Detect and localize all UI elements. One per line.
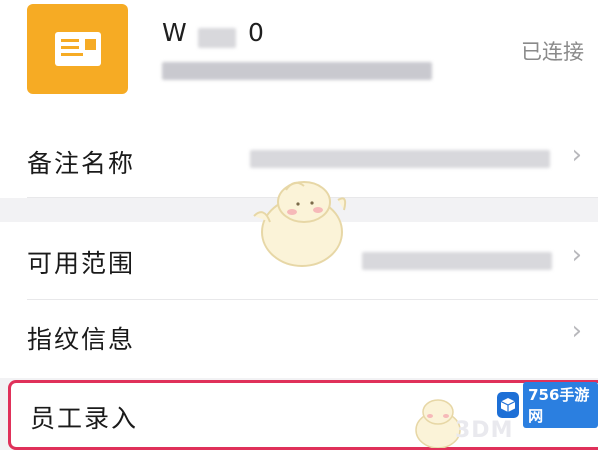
row-remark-name-label: 备注名称 — [27, 149, 136, 178]
row-fingerprint-info[interactable]: 指纹信息 › — [0, 300, 598, 378]
device-card: W 0 已连接 — [0, 0, 598, 120]
site-watermark: 756手游网 — [497, 382, 598, 428]
device-name-suffix: 0 — [248, 18, 265, 47]
device-subtitle-redacted — [162, 62, 432, 80]
device-name: W — [162, 18, 188, 47]
remark-name-value-redacted — [250, 150, 550, 168]
available-range-value-redacted — [362, 252, 552, 270]
chevron-right-icon: › — [571, 140, 582, 170]
connection-status: 已连接 — [521, 40, 584, 64]
row-fingerprint-info-label: 指纹信息 — [27, 325, 136, 354]
device-name-redacted — [198, 28, 236, 48]
watermark-ghost-text: 3DM — [455, 418, 514, 443]
chevron-right-icon: › — [571, 240, 582, 270]
row-available-range-label: 可用范围 — [27, 249, 136, 278]
id-card-icon — [27, 4, 128, 94]
cube-logo-icon — [497, 392, 520, 418]
watermark-brand: 756手游网 — [523, 382, 598, 428]
chevron-right-icon: › — [571, 316, 582, 346]
mascot-watermark-icon — [253, 181, 347, 267]
row-employee-enroll-label: 员工录入 — [30, 404, 139, 433]
